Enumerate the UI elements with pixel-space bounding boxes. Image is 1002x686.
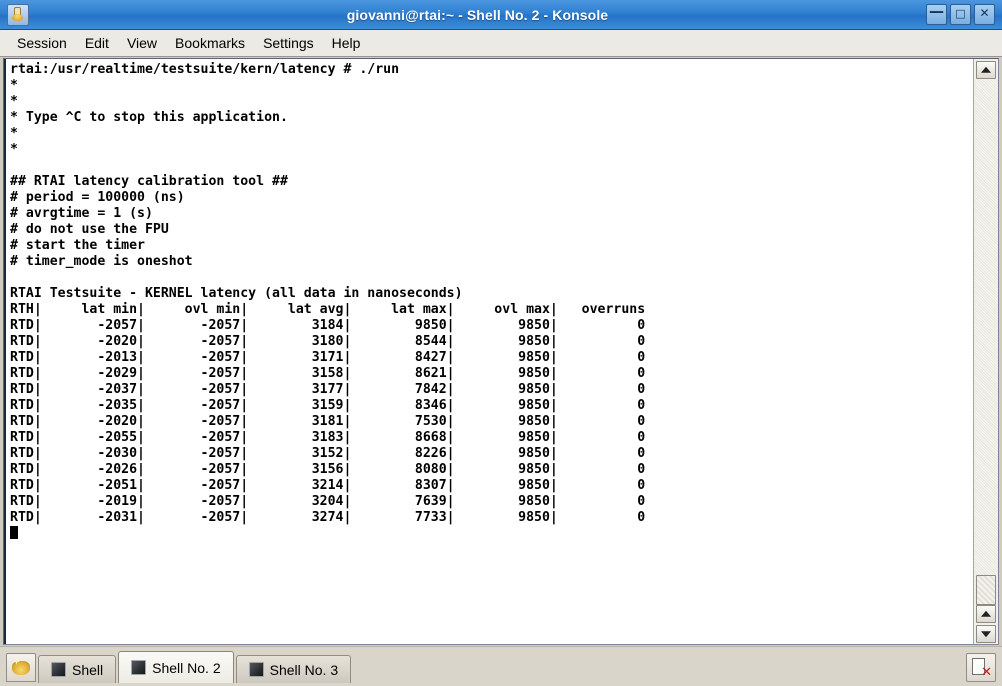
terminal-line: * (10, 78, 18, 93)
terminal-line: RTAI Testsuite - KERNEL latency (all dat… (10, 286, 463, 301)
maximize-button[interactable]: □ (950, 4, 971, 25)
konsole-icon (7, 3, 29, 26)
session-tab-bar: Shell Shell No. 2 Shell No. 3 ✕ (0, 646, 1002, 686)
terminal-line: * (10, 94, 18, 109)
terminal-line: RTD| -2029| -2057| 3158| 8621| 9850| 0 (10, 366, 646, 381)
menu-bar: Session Edit View Bookmarks Settings Hel… (0, 30, 1002, 57)
terminal-line: * (10, 126, 18, 141)
tab-shell[interactable]: Shell (38, 655, 117, 683)
terminal-line: RTD| -2020| -2057| 3181| 7530| 9850| 0 (10, 414, 646, 429)
minimize-button[interactable]: — (926, 4, 947, 25)
terminal-line: rtai:/usr/realtime/testsuite/kern/latenc… (10, 62, 400, 77)
terminal-line: RTD| -2013| -2057| 3171| 8427| 9850| 0 (10, 350, 646, 365)
tab-shell-no-3-label: Shell No. 3 (269, 661, 339, 678)
scroll-up-button-bottom[interactable] (976, 605, 996, 623)
terminal-line: RTH| lat min| ovl min| lat avg| lat max|… (10, 302, 646, 317)
terminal-line: RTD| -2035| -2057| 3159| 8346| 9850| 0 (10, 398, 646, 413)
terminal-line: RTD| -2057| -2057| 3184| 9850| 9850| 0 (10, 318, 646, 333)
terminal-icon (51, 662, 66, 677)
scroll-down-arrow-icon (981, 631, 991, 638)
menu-item-edit[interactable]: Edit (76, 32, 118, 54)
close-icon: ✕ (979, 6, 990, 20)
scroll-up-arrow-icon (981, 66, 991, 73)
konsole-window: giovanni@rtai:~ - Shell No. 2 - Konsole … (0, 0, 1002, 686)
terminal-line: # start the timer (10, 238, 145, 253)
close-session-x-icon: ✕ (981, 665, 992, 680)
terminal-line: ## RTAI latency calibration tool ## (10, 174, 288, 189)
terminal-inner-border: rtai:/usr/realtime/testsuite/kern/latenc… (4, 59, 973, 644)
tab-shell-label: Shell (72, 661, 104, 678)
terminal-line: RTD| -2026| -2057| 3156| 8080| 9850| 0 (10, 462, 646, 477)
scrollbar-thumb[interactable] (976, 575, 996, 605)
terminal-scrollbar[interactable] (973, 59, 998, 644)
tab-shell-no-2[interactable]: Shell No. 2 (118, 651, 234, 683)
terminal-line: RTD| -2030| -2057| 3152| 8226| 9850| 0 (10, 446, 646, 461)
menu-item-view[interactable]: View (118, 32, 166, 54)
menu-item-bookmarks[interactable]: Bookmarks (166, 32, 254, 54)
terminal-cursor (10, 526, 18, 539)
terminal-line: RTD| -2019| -2057| 3204| 7639| 9850| 0 (10, 494, 646, 509)
terminal-area: rtai:/usr/realtime/testsuite/kern/latenc… (0, 57, 1002, 646)
terminal-line: * Type ^C to stop this application. (10, 110, 288, 125)
menu-item-session[interactable]: Session (8, 32, 76, 54)
tab-shell-no-3[interactable]: Shell No. 3 (235, 655, 352, 683)
maximize-icon: □ (955, 7, 966, 20)
title-bar: giovanni@rtai:~ - Shell No. 2 - Konsole … (0, 0, 1002, 30)
terminal-frame: rtai:/usr/realtime/testsuite/kern/latenc… (3, 58, 999, 645)
terminal-line: * (10, 142, 18, 157)
terminal-cursor-line (10, 526, 973, 542)
scroll-down-button[interactable] (976, 625, 996, 643)
close-button[interactable]: ✕ (974, 4, 995, 25)
scroll-up-button-top[interactable] (976, 61, 996, 79)
window-controls: — □ ✕ (926, 4, 995, 25)
terminal-icon (248, 662, 264, 677)
terminal-line: # timer_mode is oneshot (10, 254, 193, 269)
minimize-icon: — (929, 2, 944, 20)
terminal-line: RTD| -2055| -2057| 3183| 8668| 9850| 0 (10, 430, 646, 445)
terminal-output[interactable]: rtai:/usr/realtime/testsuite/kern/latenc… (6, 59, 973, 644)
terminal-line: RTD| -2051| -2057| 3214| 8307| 9850| 0 (10, 478, 646, 493)
new-session-icon (12, 660, 30, 675)
terminal-line: # avrgtime = 1 (s) (10, 206, 153, 221)
terminal-line: RTD| -2031| -2057| 3274| 7733| 9850| 0 (10, 510, 646, 525)
terminal-line: # do not use the FPU (10, 222, 169, 237)
scrollbar-track[interactable] (974, 80, 998, 605)
scroll-up-arrow-icon-bottom (981, 610, 991, 617)
terminal-icon (131, 660, 147, 675)
menu-item-settings[interactable]: Settings (254, 32, 323, 54)
terminal-line: RTD| -2020| -2057| 3180| 8544| 9850| 0 (10, 334, 646, 349)
window-title: giovanni@rtai:~ - Shell No. 2 - Konsole (346, 6, 609, 23)
tab-shell-no-2-label: Shell No. 2 (152, 659, 221, 676)
terminal-line: RTD| -2037| -2057| 3177| 7842| 9850| 0 (10, 382, 646, 397)
close-session-button[interactable]: ✕ (966, 653, 996, 682)
menu-item-help[interactable]: Help (323, 32, 370, 54)
terminal-line: # period = 100000 (ns) (10, 190, 185, 205)
new-session-button[interactable] (6, 653, 36, 682)
